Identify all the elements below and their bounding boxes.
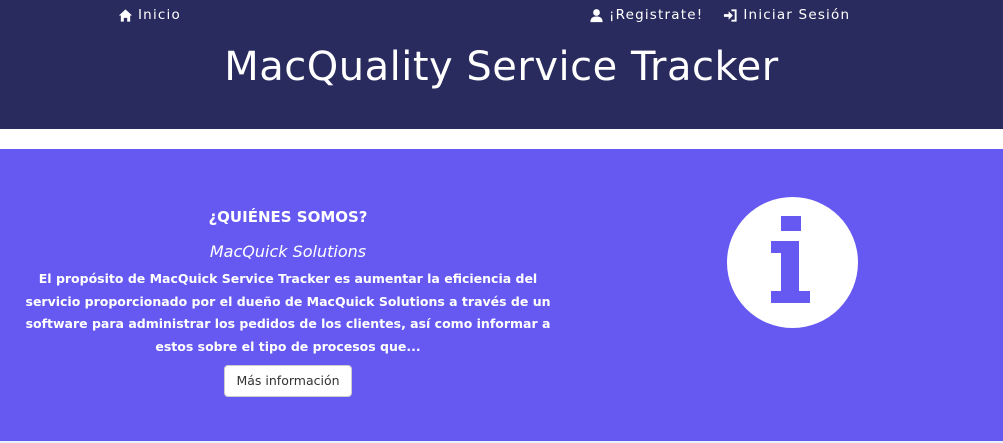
user-icon xyxy=(589,8,604,23)
info-icon xyxy=(727,197,858,328)
about-heading: ¿QUIÉNES SOMOS? xyxy=(208,208,368,226)
header-spacer xyxy=(0,129,1003,149)
nav-register-link[interactable]: ¡Registrate! xyxy=(589,7,703,23)
site-header: Inicio ¡Registrate! Iniciar Sesión MacQu… xyxy=(0,0,1003,129)
nav-home-link[interactable]: Inicio xyxy=(118,7,181,23)
about-text-column: ¿QUIÉNES SOMOS? MacQuick Solutions El pr… xyxy=(10,149,566,397)
about-description: El propósito de MacQuick Service Tracker… xyxy=(25,271,551,354)
about-section: ¿QUIÉNES SOMOS? MacQuick Solutions El pr… xyxy=(0,149,1003,441)
company-name: MacQuick Solutions xyxy=(209,242,367,261)
nav-login-link[interactable]: Iniciar Sesión xyxy=(723,7,850,23)
nav-left: Inicio xyxy=(118,7,181,23)
nav-register-label: ¡Registrate! xyxy=(609,7,704,23)
log-in-icon xyxy=(723,8,738,23)
nav-login-label: Iniciar Sesión xyxy=(743,7,851,23)
home-icon xyxy=(118,8,133,23)
nav-home-label: Inicio xyxy=(138,7,181,23)
more-info-button[interactable]: Más información xyxy=(224,365,352,397)
page-title: MacQuality Service Tracker xyxy=(224,44,779,90)
nav-right: ¡Registrate! Iniciar Sesión xyxy=(589,7,850,23)
